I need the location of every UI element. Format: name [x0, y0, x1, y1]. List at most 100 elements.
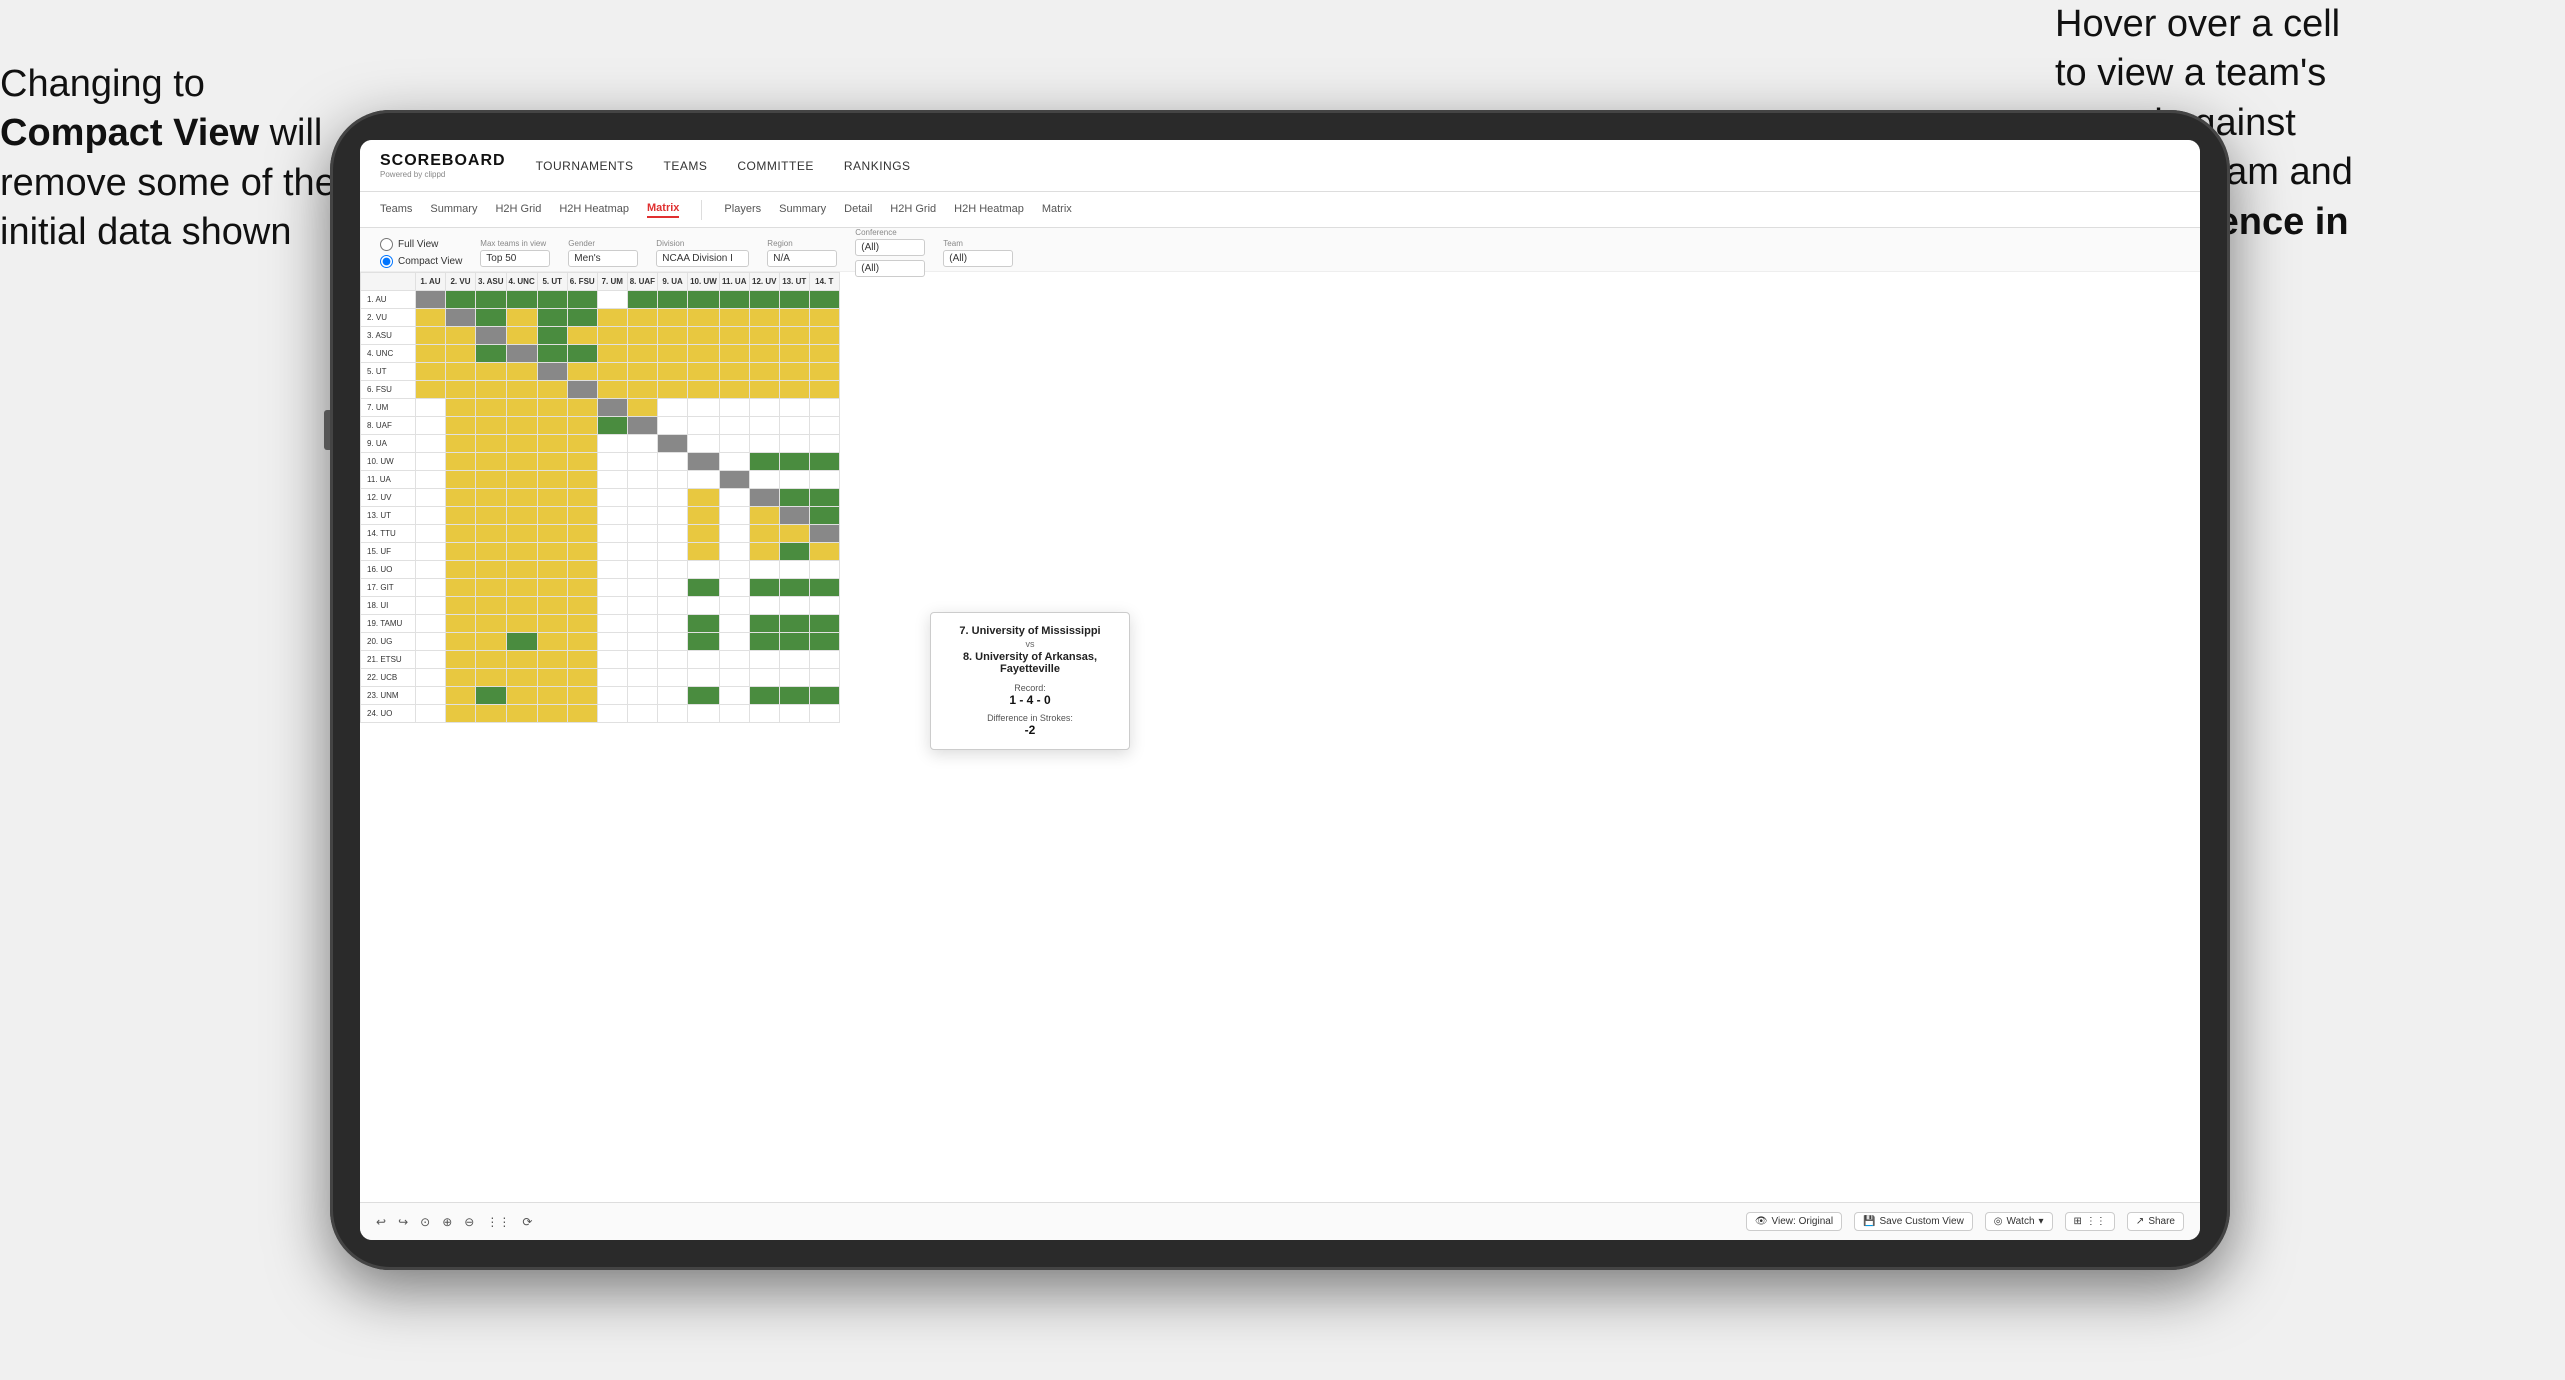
matrix-cell[interactable] [749, 291, 779, 309]
matrix-cell[interactable] [416, 615, 446, 633]
matrix-cell[interactable] [719, 561, 749, 579]
side-button[interactable] [324, 410, 330, 450]
matrix-cell[interactable] [658, 435, 688, 453]
matrix-cell[interactable] [779, 399, 809, 417]
matrix-cell[interactable] [567, 471, 597, 489]
matrix-cell[interactable] [416, 633, 446, 651]
matrix-cell[interactable] [537, 363, 567, 381]
team-select[interactable]: (All) [943, 250, 1013, 267]
matrix-cell[interactable] [688, 507, 720, 525]
matrix-cell[interactable] [476, 453, 507, 471]
save-custom-view-button[interactable]: 💾 Save Custom View [1854, 1212, 1973, 1231]
redo-icon[interactable]: ↪ [398, 1215, 408, 1229]
matrix-cell[interactable] [506, 543, 537, 561]
matrix-cell[interactable] [688, 633, 720, 651]
matrix-cell[interactable] [809, 327, 839, 345]
matrix-cell[interactable] [749, 309, 779, 327]
display-button[interactable]: ⊞ ⋮⋮ [2065, 1212, 2115, 1231]
matrix-cell[interactable] [416, 327, 446, 345]
matrix-cell[interactable] [597, 633, 627, 651]
matrix-cell[interactable] [597, 597, 627, 615]
matrix-cell[interactable] [627, 651, 657, 669]
matrix-cell[interactable] [719, 525, 749, 543]
matrix-cell[interactable] [719, 453, 749, 471]
matrix-cell[interactable] [809, 579, 839, 597]
subnav-players[interactable]: Players [724, 203, 761, 217]
matrix-cell[interactable] [719, 579, 749, 597]
matrix-cell[interactable] [658, 291, 688, 309]
matrix-cell[interactable] [446, 507, 476, 525]
matrix-cell[interactable] [779, 381, 809, 399]
matrix-cell[interactable] [809, 435, 839, 453]
matrix-cell[interactable] [688, 453, 720, 471]
matrix-cell[interactable] [779, 507, 809, 525]
matrix-cell[interactable] [688, 309, 720, 327]
matrix-cell[interactable] [779, 633, 809, 651]
matrix-cell[interactable] [627, 633, 657, 651]
matrix-cell[interactable] [779, 291, 809, 309]
matrix-cell[interactable] [719, 345, 749, 363]
matrix-cell[interactable] [809, 705, 839, 723]
matrix-cell[interactable] [627, 525, 657, 543]
matrix-cell[interactable] [779, 669, 809, 687]
subnav-h2h-heatmap[interactable]: H2H Heatmap [559, 203, 629, 217]
matrix-cell[interactable] [658, 579, 688, 597]
matrix-cell[interactable] [719, 507, 749, 525]
matrix-cell[interactable] [627, 471, 657, 489]
matrix-cell[interactable] [658, 615, 688, 633]
matrix-cell[interactable] [506, 507, 537, 525]
matrix-cell[interactable] [779, 327, 809, 345]
matrix-cell[interactable] [719, 633, 749, 651]
matrix-cell[interactable] [627, 507, 657, 525]
matrix-cell[interactable] [809, 633, 839, 651]
matrix-cell[interactable] [688, 579, 720, 597]
matrix-cell[interactable] [537, 345, 567, 363]
matrix-cell[interactable] [537, 651, 567, 669]
matrix-cell[interactable] [809, 381, 839, 399]
matrix-cell[interactable] [749, 453, 779, 471]
matrix-cell[interactable] [446, 561, 476, 579]
matrix-cell[interactable] [688, 345, 720, 363]
subnav-matrix[interactable]: Matrix [647, 202, 679, 218]
full-view-option[interactable]: Full View [380, 238, 462, 251]
matrix-cell[interactable] [627, 705, 657, 723]
matrix-cell[interactable] [658, 399, 688, 417]
matrix-cell[interactable] [506, 399, 537, 417]
matrix-cell[interactable] [476, 417, 507, 435]
matrix-cell[interactable] [779, 417, 809, 435]
matrix-cell[interactable] [658, 687, 688, 705]
matrix-cell[interactable] [779, 525, 809, 543]
matrix-cell[interactable] [658, 363, 688, 381]
matrix-cell[interactable] [627, 309, 657, 327]
matrix-cell[interactable] [749, 651, 779, 669]
matrix-cell[interactable] [416, 651, 446, 669]
matrix-cell[interactable] [719, 651, 749, 669]
matrix-cell[interactable] [446, 435, 476, 453]
matrix-cell[interactable] [658, 345, 688, 363]
matrix-cell[interactable] [446, 543, 476, 561]
matrix-cell[interactable] [446, 615, 476, 633]
matrix-cell[interactable] [476, 705, 507, 723]
matrix-cell[interactable] [627, 435, 657, 453]
matrix-cell[interactable] [658, 507, 688, 525]
matrix-cell[interactable] [476, 687, 507, 705]
matrix-cell[interactable] [476, 399, 507, 417]
matrix-cell[interactable] [597, 435, 627, 453]
matrix-cell[interactable] [506, 525, 537, 543]
matrix-cell[interactable] [627, 363, 657, 381]
matrix-cell[interactable] [719, 597, 749, 615]
matrix-cell[interactable] [749, 507, 779, 525]
matrix-cell[interactable] [749, 669, 779, 687]
matrix-cell[interactable] [567, 309, 597, 327]
matrix-cell[interactable] [809, 471, 839, 489]
matrix-cell[interactable] [809, 489, 839, 507]
matrix-cell[interactable] [719, 435, 749, 453]
division-select[interactable]: NCAA Division I [656, 250, 749, 267]
subnav-players-matrix[interactable]: Matrix [1042, 203, 1072, 217]
matrix-cell[interactable] [658, 597, 688, 615]
matrix-cell[interactable] [597, 453, 627, 471]
matrix-cell[interactable] [506, 435, 537, 453]
matrix-cell[interactable] [809, 651, 839, 669]
matrix-cell[interactable] [416, 363, 446, 381]
matrix-cell[interactable] [658, 633, 688, 651]
